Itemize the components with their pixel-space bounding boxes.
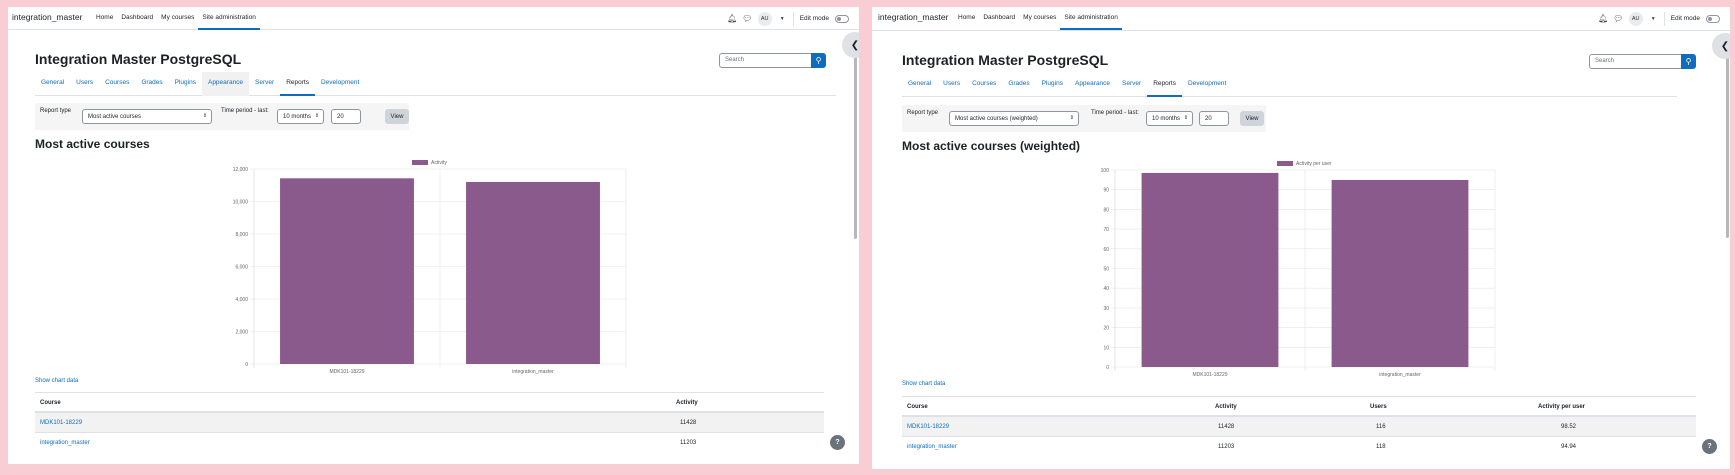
table-row: MDK101-18229 11428 116 98.52 (902, 417, 1696, 437)
activity-value: 11203 (680, 440, 697, 446)
y-tick-label: 12,000 (233, 167, 249, 173)
table-header-row: Course Activity (35, 392, 824, 413)
help-button[interactable]: ? (1702, 439, 1717, 454)
activity-value: 11428 (1218, 424, 1235, 430)
course-link[interactable]: MDK101-18229 (40, 420, 82, 426)
y-tick-label: 60 (1103, 247, 1109, 253)
legend-label: Activity per user (1296, 161, 1332, 167)
course-link[interactable]: MDK101-18229 (907, 424, 949, 430)
activity-value: 11203 (1218, 444, 1235, 450)
table-row: MDK101-18229 11428 (35, 413, 824, 433)
y-tick-label: 8,000 (235, 232, 248, 238)
bar (466, 181, 600, 364)
legend-swatch (1277, 161, 1293, 166)
report-table: Course Activity MDK101-18229 11428 integ… (35, 392, 824, 462)
column-header-activity: Activity (1215, 404, 1237, 410)
y-tick-label: 10 (1103, 345, 1109, 351)
y-tick-label: 6,000 (235, 265, 248, 271)
y-tick-label: 40 (1103, 286, 1109, 292)
course-link[interactable]: integration_master (40, 440, 90, 446)
activity-value: 11428 (680, 420, 697, 426)
y-tick-label: 30 (1103, 306, 1109, 312)
bar (1331, 179, 1469, 367)
y-tick-label: 0 (1106, 365, 1109, 371)
y-tick-label: 2,000 (235, 330, 248, 336)
column-header-activity-per-user: Activity per user (1538, 404, 1586, 410)
y-tick-label: 100 (1101, 168, 1110, 174)
activity-per-user-value: 98.52 (1561, 424, 1577, 430)
users-value: 118 (1376, 444, 1386, 450)
show-chart-data-link[interactable]: Show chart data (902, 381, 945, 387)
y-tick-label: 80 (1103, 207, 1109, 213)
y-tick-label: 70 (1103, 227, 1109, 233)
right-browser-window: integration_master Home Dashboard My cou… (872, 7, 1730, 469)
table-row: integration_master 11203 (35, 433, 824, 453)
report-table: Course Activity Users Activity per user … (902, 396, 1696, 466)
column-header-course: Course (40, 400, 61, 406)
activity-per-user-value: 94.94 (1561, 444, 1577, 450)
x-tick-label: integration_master (512, 369, 554, 375)
users-value: 116 (1376, 424, 1386, 430)
x-tick-label: MDK101-18229 (329, 369, 364, 375)
legend-label: Activity (431, 160, 447, 166)
table-row: integration_master 11203 118 94.94 (902, 437, 1696, 457)
y-tick-label: 20 (1103, 326, 1109, 332)
table-header-row: Course Activity Users Activity per user (902, 396, 1696, 417)
y-tick-label: 4,000 (235, 297, 248, 303)
x-tick-label: MDK101-18229 (1192, 372, 1227, 378)
column-header-course: Course (907, 404, 928, 410)
y-tick-label: 10,000 (233, 200, 249, 206)
column-header-activity: Activity (676, 400, 698, 406)
bar (1141, 172, 1279, 367)
bar (280, 178, 414, 364)
left-browser-window: integration_master Home Dashboard My cou… (8, 7, 859, 464)
y-tick-label: 50 (1103, 267, 1109, 273)
x-tick-label: integration_master (1379, 372, 1421, 378)
help-button[interactable]: ? (830, 435, 845, 450)
column-header-users: Users (1370, 404, 1387, 410)
legend-swatch (412, 160, 428, 165)
y-tick-label: 0 (245, 362, 248, 368)
show-chart-data-link[interactable]: Show chart data (35, 378, 78, 384)
y-tick-label: 90 (1103, 188, 1109, 194)
course-link[interactable]: integration_master (907, 444, 957, 450)
